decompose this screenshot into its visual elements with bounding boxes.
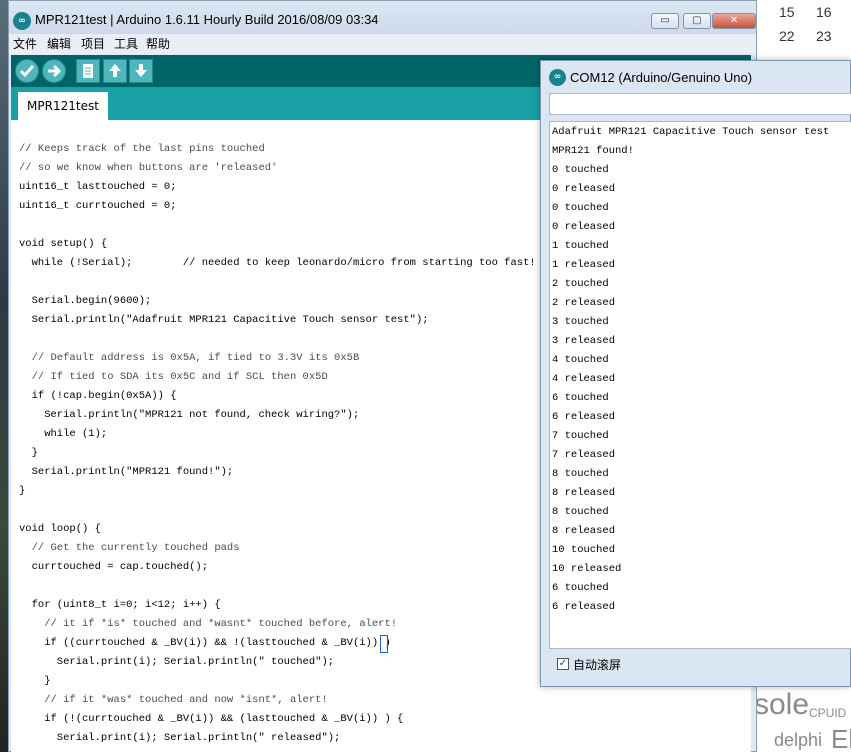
calendar-day: 15 xyxy=(779,4,795,20)
serial-line: 6 touched xyxy=(552,582,609,594)
code-line: Serial.println("MPR121 found!"); xyxy=(19,466,234,478)
tag-cloud-word: CPUID xyxy=(809,706,847,720)
desktop-edge xyxy=(0,0,8,752)
serial-line: 8 released xyxy=(552,525,616,537)
menu-edit[interactable]: 编辑 xyxy=(47,35,71,52)
arduino-logo-icon: ∞ xyxy=(13,12,31,30)
serial-monitor-window: ∞ COM12 (Arduino/Genuino Uno) Adafruit M… xyxy=(540,60,851,687)
title-bar: ∞ MPR121test | Arduino 1.6.11 Hourly Bui… xyxy=(9,1,756,34)
code-line: // Default address is 0x5A, if tied to 3… xyxy=(19,352,360,364)
serial-line: 6 touched xyxy=(552,392,609,404)
code-line: uint16_t lasttouched = 0; xyxy=(19,181,177,193)
autoscroll-label: 自动滚屏 xyxy=(573,658,622,672)
serial-line: 2 touched xyxy=(552,278,609,290)
serial-line: 1 touched xyxy=(552,240,609,252)
code-line: if ((currtouched & _BV(i)) && !(lasttouc… xyxy=(19,637,391,649)
serial-line: 10 touched xyxy=(552,544,616,556)
save-icon[interactable] xyxy=(129,59,153,83)
serial-line: 4 released xyxy=(552,373,616,385)
serial-line: 8 touched xyxy=(552,506,609,518)
verify-icon[interactable] xyxy=(15,59,39,83)
code-line: } xyxy=(19,485,26,497)
serial-window-title: COM12 (Arduino/Genuino Uno) xyxy=(570,70,753,85)
serial-output-area[interactable]: Adafruit MPR121 Capacitive Touch sensor … xyxy=(549,121,851,649)
serial-line: 8 released xyxy=(552,487,616,499)
menu-help[interactable]: 帮助 xyxy=(146,35,170,52)
arduino-logo-icon: ∞ xyxy=(549,69,566,86)
tag-cloud-word: sole xyxy=(754,688,810,721)
code-line: } xyxy=(19,447,38,459)
tag-cloud-word: delphi xyxy=(774,730,823,750)
serial-line: 7 touched xyxy=(552,430,609,442)
tag-cloud-word: El xyxy=(831,724,851,754)
code-line: } xyxy=(19,675,51,687)
text-cursor xyxy=(380,635,388,653)
code-line: uint16_t currtouched = 0; xyxy=(19,200,177,212)
code-line: void loop() { xyxy=(19,523,101,535)
restore-button[interactable]: ▢ xyxy=(683,13,711,29)
code-line: for (uint8_t i=0; i<12; i++) { xyxy=(19,599,221,611)
code-line: Serial.begin(9600); xyxy=(19,295,152,307)
menu-bar: 文件 编辑 项目 工具 帮助 xyxy=(9,34,756,54)
close-button[interactable]: ✕ xyxy=(712,13,756,29)
open-icon[interactable] xyxy=(103,59,127,83)
serial-line: MPR121 found! xyxy=(552,145,634,157)
serial-line: 6 released xyxy=(552,601,616,613)
code-line: // it if *is* touched and *wasnt* touche… xyxy=(19,618,398,630)
code-line: Serial.println("MPR121 not found, check … xyxy=(19,409,360,421)
upload-icon[interactable] xyxy=(42,59,66,83)
serial-line: 3 released xyxy=(552,335,616,347)
code-line: Serial.print(i); Serial.println(" touche… xyxy=(19,656,335,668)
serial-line: 0 touched xyxy=(552,164,609,176)
code-line: // if it *was* touched and now *isnt*, a… xyxy=(19,694,328,706)
serial-bottom-bar: ✓ 自动滚屏 xyxy=(549,651,851,681)
code-line: // Keeps track of the last pins touched xyxy=(19,143,265,155)
window-title: MPR121test | Arduino 1.6.11 Hourly Build… xyxy=(35,12,379,27)
code-line: void setup() { xyxy=(19,238,108,250)
serial-line: 1 released xyxy=(552,259,616,271)
tab-mpr121test[interactable]: MPR121test xyxy=(18,92,108,120)
serial-title-bar: ∞ COM12 (Arduino/Genuino Uno) xyxy=(541,61,850,91)
serial-line: 0 released xyxy=(552,221,616,233)
calendar-day: 22 xyxy=(779,28,795,44)
serial-line: 10 released xyxy=(552,563,622,575)
code-line: Serial.println("Adafruit MPR121 Capaciti… xyxy=(19,314,429,326)
serial-line: 3 touched xyxy=(552,316,609,328)
code-line: while (1); xyxy=(19,428,108,440)
serial-line: 8 touched xyxy=(552,468,609,480)
menu-tools[interactable]: 工具 xyxy=(114,35,138,52)
menu-sketch[interactable]: 项目 xyxy=(81,35,105,52)
code-line: // so we know when buttons are 'released… xyxy=(19,162,278,174)
code-line: // Get the currently touched pads xyxy=(19,542,240,554)
calendar-day: 23 xyxy=(816,28,832,44)
autoscroll-checkbox[interactable]: ✓ xyxy=(557,658,569,670)
serial-line: 4 touched xyxy=(552,354,609,366)
serial-line: 0 released xyxy=(552,183,616,195)
code-line: while (!Serial); // needed to keep leona… xyxy=(19,257,536,269)
code-line: Serial.print(i); Serial.println(" releas… xyxy=(19,732,341,744)
serial-line: 7 released xyxy=(552,449,616,461)
serial-line: 6 released xyxy=(552,411,616,423)
menu-file[interactable]: 文件 xyxy=(13,35,37,52)
code-line: currtouched = cap.touched(); xyxy=(19,561,209,573)
calendar-day: 16 xyxy=(816,4,832,20)
minimize-button[interactable]: ▭ xyxy=(651,13,679,29)
serial-line: 2 released xyxy=(552,297,616,309)
serial-send-input[interactable] xyxy=(549,93,851,115)
code-line: // If tied to SDA its 0x5C and if SCL th… xyxy=(19,371,328,383)
serial-line: Adafruit MPR121 Capacitive Touch sensor … xyxy=(552,126,830,138)
code-line: if (!cap.begin(0x5A)) { xyxy=(19,390,177,402)
new-icon[interactable] xyxy=(76,59,100,83)
code-line: if (!(currtouched & _BV(i)) && (lasttouc… xyxy=(19,713,404,725)
serial-line: 0 touched xyxy=(552,202,609,214)
